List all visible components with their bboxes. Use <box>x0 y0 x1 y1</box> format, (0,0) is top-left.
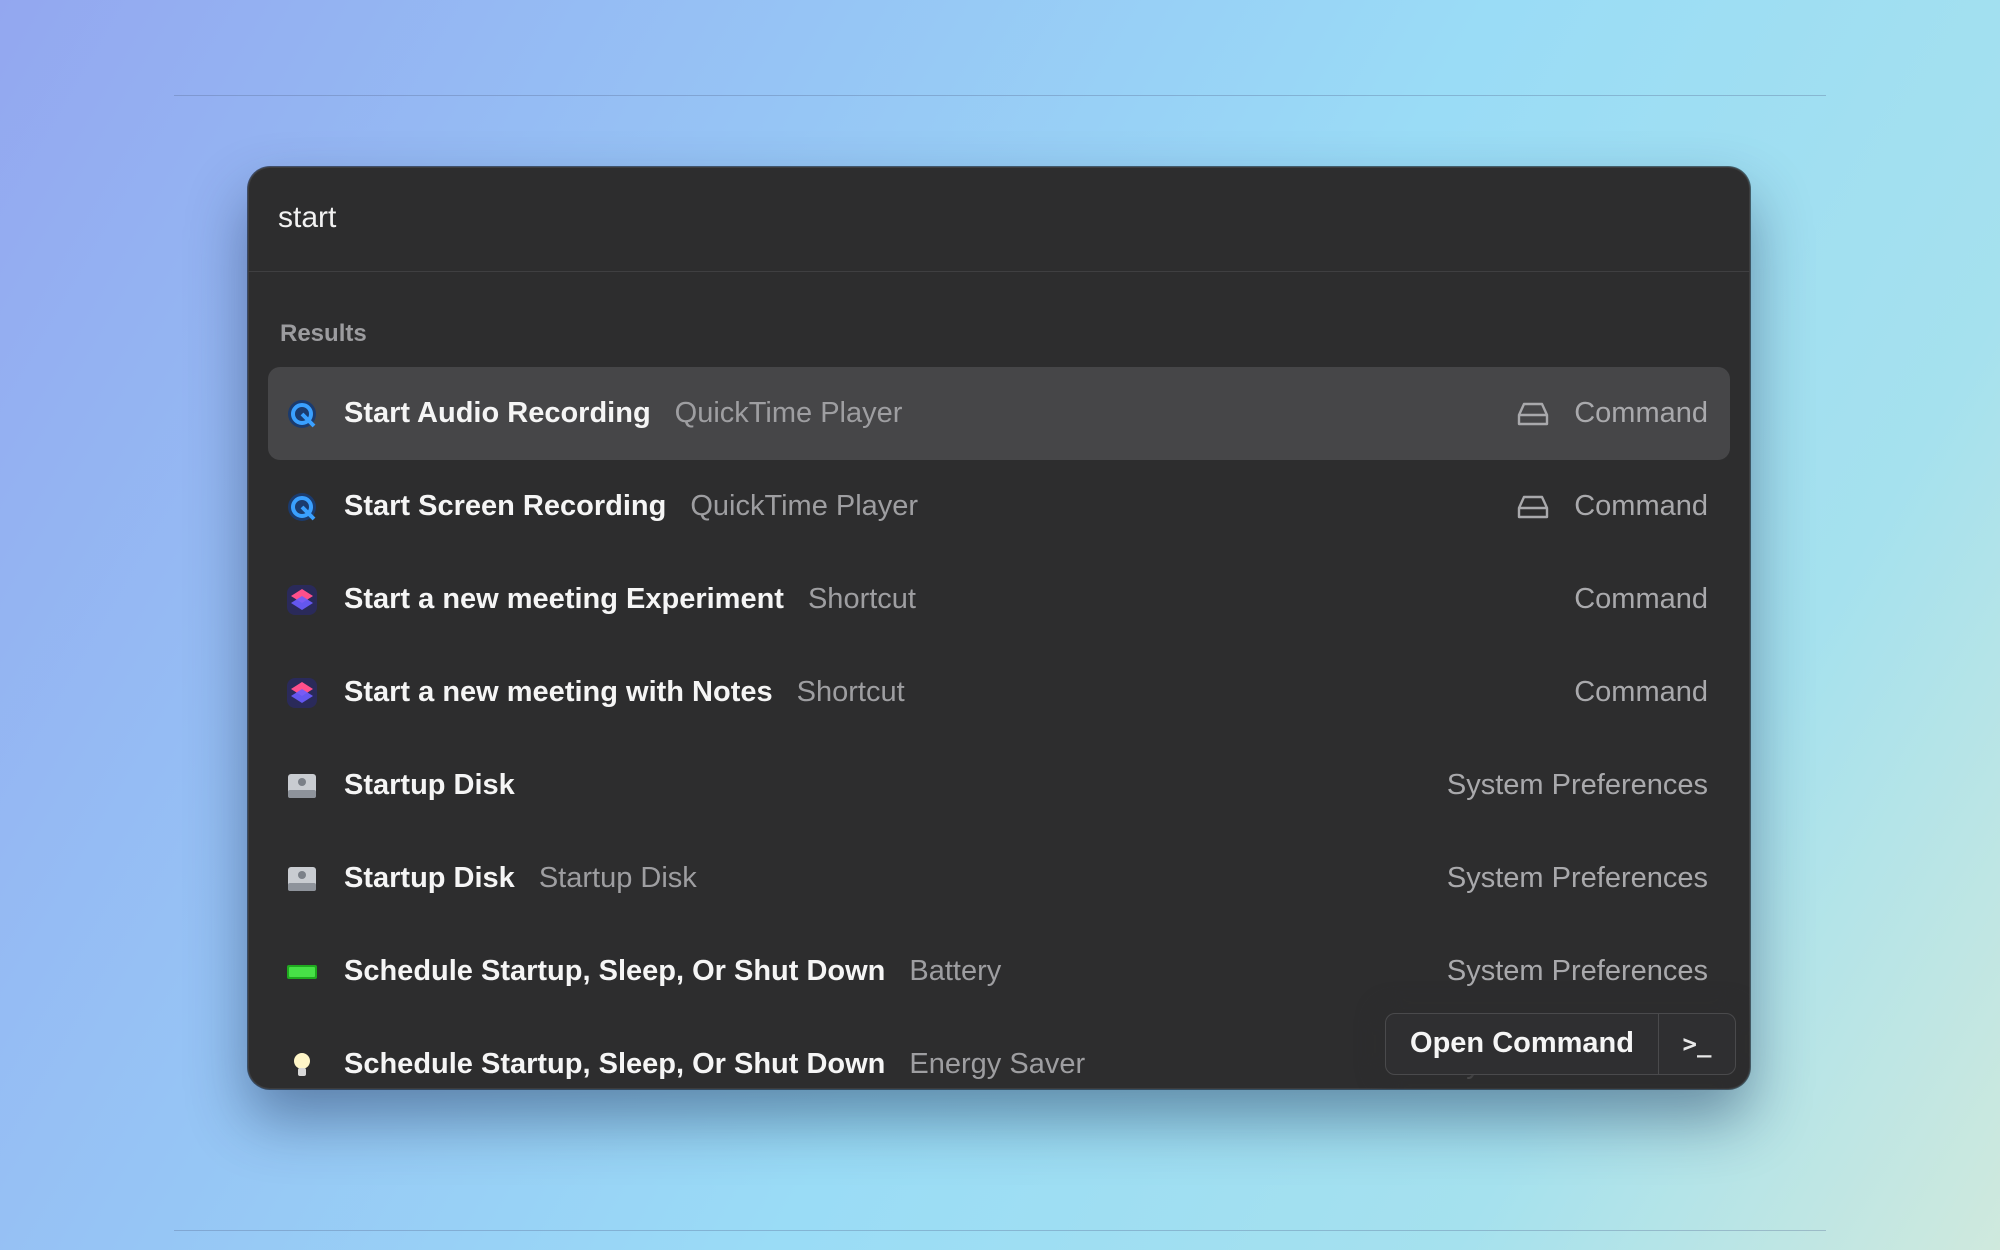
result-row[interactable]: Start a new meeting Experiment Shortcut C… <box>268 553 1730 646</box>
result-row[interactable]: Start a new meeting with Notes Shortcut C… <box>268 646 1730 739</box>
startup-disk-icon <box>288 774 316 798</box>
result-accessory: System Preferences <box>1446 955 1708 987</box>
result-accessory: System Preferences <box>1446 862 1708 894</box>
battery-icon <box>287 965 317 979</box>
result-subtitle: Battery <box>909 955 1002 987</box>
section-title: Results <box>280 320 367 347</box>
shortcuts-icon <box>287 585 317 615</box>
result-subtitle: Startup Disk <box>538 862 697 894</box>
top-divider-line <box>174 95 1826 96</box>
result-row[interactable]: Startup Disk System Preferences <box>268 739 1730 832</box>
result-title: Start a new meeting with Notes <box>344 676 773 708</box>
startup-disk-icon <box>288 867 316 891</box>
result-row[interactable]: Schedule Startup, Sleep, Or Shut Down Bat… <box>268 925 1730 1018</box>
result-accessory: Command <box>1574 676 1708 708</box>
drive-icon <box>1518 402 1549 425</box>
bottom-divider-line <box>174 1230 1826 1231</box>
open-command-button[interactable]: Open Command <box>1386 1014 1659 1074</box>
result-title: Startup Disk <box>344 769 515 801</box>
result-accessory: Command <box>1574 397 1708 429</box>
result-title: Start a new meeting Experiment <box>344 583 784 615</box>
quicktime-icon <box>288 400 316 428</box>
shortcuts-icon <box>287 678 317 708</box>
result-accessory: System Preferences <box>1446 769 1708 801</box>
result-subtitle: Shortcut <box>807 583 916 615</box>
action-bar: Open Command >_ <box>1385 1013 1736 1075</box>
result-accessory: Command <box>1574 583 1708 615</box>
result-subtitle: QuickTime Player <box>690 490 919 522</box>
result-accessory: Command <box>1574 490 1708 522</box>
result-row[interactable]: Startup Disk Startup Disk System Preferen… <box>268 832 1730 925</box>
result-title: Start Screen Recording <box>344 490 667 522</box>
result-title: Start Audio Recording <box>344 397 651 429</box>
result-title: Startup Disk <box>344 862 515 894</box>
result-subtitle: QuickTime Player <box>674 397 903 429</box>
drive-icon <box>1518 495 1549 518</box>
result-subtitle: Shortcut <box>796 676 905 708</box>
terminal-icon[interactable]: >_ <box>1659 1014 1735 1074</box>
result-title: Schedule Startup, Sleep, Or Shut Down <box>344 1048 886 1080</box>
lightbulb-icon <box>294 1053 310 1076</box>
quicktime-icon <box>288 493 316 521</box>
command-palette-window: Results Start Audio Recording QuickTime P… <box>248 167 1750 1089</box>
results-list: Start Audio Recording QuickTime Player Co… <box>268 367 1730 1089</box>
result-title: Schedule Startup, Sleep, Or Shut Down <box>344 955 886 987</box>
result-row[interactable]: Start Audio Recording QuickTime Player Co… <box>268 367 1730 460</box>
search-bar <box>248 167 1750 272</box>
result-row[interactable]: Start Screen Recording QuickTime Player C… <box>268 460 1730 553</box>
result-subtitle: Energy Saver <box>909 1048 1086 1080</box>
search-input[interactable] <box>278 195 1678 241</box>
